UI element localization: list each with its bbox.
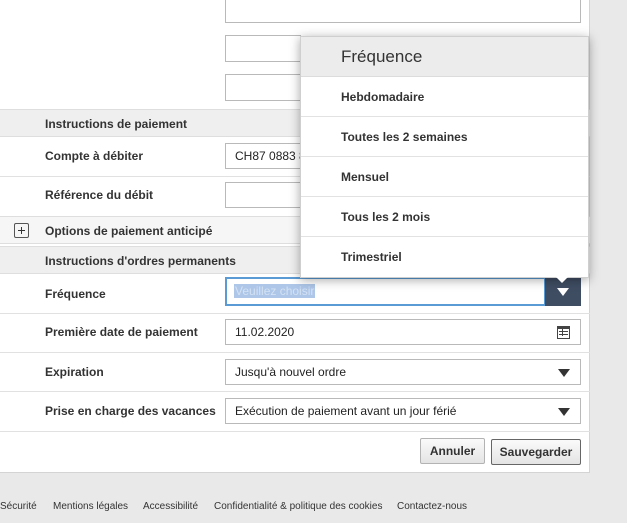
top-input-1[interactable] bbox=[225, 35, 301, 62]
footer-link-contact[interactable]: Contactez-nous bbox=[397, 501, 467, 512]
debit-account-value: CH87 0883 8 bbox=[235, 149, 301, 163]
frequency-select[interactable]: Veuillez choisir bbox=[225, 277, 546, 306]
calendar-icon[interactable] bbox=[557, 326, 570, 339]
holiday-handling-value: Exécution de paiement avant un jour féri… bbox=[235, 404, 457, 418]
row-expiration: Expiration Jusqu'à nouvel ordre bbox=[0, 352, 590, 392]
row-holiday-handling: Prise en charge des vacances Exécution d… bbox=[0, 391, 590, 432]
section-title: Options de paiement anticipé bbox=[45, 224, 213, 238]
caret-down-icon bbox=[558, 369, 570, 377]
debit-reference-field[interactable] bbox=[225, 182, 301, 208]
expand-plus-icon[interactable] bbox=[14, 223, 29, 238]
debit-account-field[interactable]: CH87 0883 8 bbox=[225, 143, 301, 169]
save-button[interactable]: Sauvegarder bbox=[491, 439, 581, 465]
section-title: Instructions d'ordres permanents bbox=[45, 254, 236, 268]
option-label: Toutes les 2 semaines bbox=[341, 130, 468, 144]
option-label: Tous les 2 mois bbox=[341, 210, 431, 224]
footer-link-legal[interactable]: Mentions légales bbox=[53, 501, 128, 512]
option-label: Trimestriel bbox=[341, 250, 402, 264]
footer-link-security[interactable]: Sécurité bbox=[0, 501, 37, 512]
dropdown-option[interactable]: Tous les 2 mois bbox=[301, 197, 588, 237]
footer-link-privacy[interactable]: Confidentialité & politique des cookies bbox=[214, 501, 382, 512]
row-first-payment-date: Première date de paiement 11.02.2020 bbox=[0, 313, 590, 353]
first-payment-date-value: 11.02.2020 bbox=[235, 325, 295, 339]
dropdown-header: Fréquence bbox=[301, 37, 588, 77]
dropdown-option[interactable]: Mensuel bbox=[301, 157, 588, 197]
section-title: Instructions de paiement bbox=[45, 117, 188, 131]
holiday-handling-label: Prise en charge des vacances bbox=[45, 404, 216, 418]
debit-reference-label: Référence du débit bbox=[45, 188, 154, 202]
holiday-handling-select[interactable]: Exécution de paiement avant un jour féri… bbox=[225, 398, 581, 424]
frequency-placeholder: Veuillez choisir bbox=[234, 284, 316, 298]
dropdown-title: Fréquence bbox=[341, 47, 423, 66]
cancel-button[interactable]: Annuler bbox=[420, 438, 485, 464]
caret-down-icon bbox=[558, 408, 570, 416]
frequency-label: Fréquence bbox=[45, 287, 106, 301]
frequency-dropdown: Fréquence Hebdomadaire Toutes les 2 sema… bbox=[300, 36, 589, 278]
dropdown-option[interactable]: Hebdomadaire bbox=[301, 77, 588, 117]
dropdown-pointer bbox=[555, 276, 569, 283]
caret-down-icon bbox=[557, 288, 569, 296]
expiration-value: Jusqu'à nouvel ordre bbox=[235, 365, 347, 379]
top-input-2[interactable] bbox=[225, 74, 301, 101]
footer-link-accessibility[interactable]: Accessibilité bbox=[143, 501, 198, 512]
expiration-select[interactable]: Jusqu'à nouvel ordre bbox=[225, 359, 581, 385]
option-label: Hebdomadaire bbox=[341, 90, 425, 104]
top-textarea[interactable] bbox=[225, 0, 581, 23]
expiration-label: Expiration bbox=[45, 365, 104, 379]
first-payment-date-field[interactable]: 11.02.2020 bbox=[225, 319, 581, 345]
first-payment-date-label: Première date de paiement bbox=[45, 325, 198, 339]
option-label: Mensuel bbox=[341, 170, 390, 184]
dropdown-option[interactable]: Toutes les 2 semaines bbox=[301, 117, 588, 157]
dropdown-option[interactable]: Trimestriel bbox=[301, 237, 588, 277]
debit-account-label: Compte à débiter bbox=[45, 149, 144, 163]
